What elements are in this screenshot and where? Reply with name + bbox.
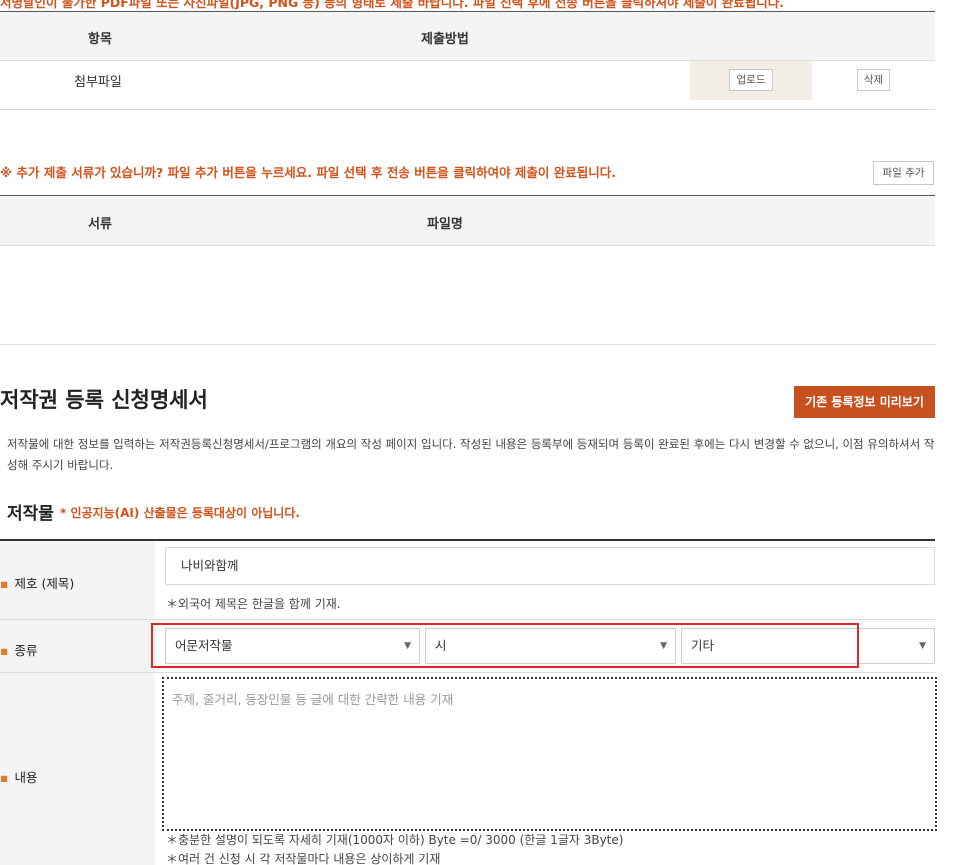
delete-button[interactable]: 삭제 (857, 69, 890, 91)
divider (0, 245, 935, 246)
upload-button[interactable]: 업로드 (729, 69, 773, 91)
additional-docs-notice: ※ 추가 제출 서류가 있습니까? 파일 추가 버튼을 누르세요. 파일 선택 … (0, 165, 617, 180)
page-title: 저작권 등록 신청명세서 (0, 388, 208, 412)
section-description: 저작물에 대한 정보를 입력하는 저작권등록신청명세서/프로그램의 개요의 작성… (7, 437, 935, 472)
column-header-filename: 파일명 (427, 217, 463, 232)
column-header-document: 서류 (88, 217, 112, 232)
attachment-label: 첨부파일 (74, 75, 122, 90)
add-file-button[interactable]: 파일 추가 (873, 161, 934, 185)
bullet-icon: ▪ (0, 576, 9, 591)
submission-notice: 서명날인이 불가한 PDF파일 또는 사진파일(JPG, PNG 등) 등의 형… (0, 0, 785, 10)
column-header-method: 제출방법 (421, 32, 469, 47)
highlight-box (151, 623, 859, 668)
caret-down-icon: ▼ (919, 641, 926, 651)
column-header-item: 항목 (88, 32, 112, 47)
content-textarea[interactable]: 주제, 줄거리, 등장인물 등 글에 대한 간략한 내용 기재 (162, 677, 937, 831)
bullet-icon: ▪ (0, 643, 9, 658)
title-row-label: ▪ 제호 (제목) (0, 573, 74, 592)
type-label-text: 종류 (14, 643, 38, 658)
divider (0, 109, 935, 110)
type-row-label: ▪ 종류 (0, 640, 38, 659)
preview-registration-button[interactable]: 기존 등록정보 미리보기 (794, 386, 935, 418)
bullet-icon: ▪ (0, 770, 9, 785)
content-hint-length: ＊충분한 설명이 되도록 자세히 기재(1000자 이하) Byte =0/ 3… (166, 833, 624, 847)
work-subtitle: 저작물 (7, 504, 54, 524)
content-row-label: ▪ 내용 (0, 767, 38, 786)
divider (0, 344, 935, 345)
content-label-text: 내용 (14, 770, 38, 785)
title-label-text: 제호 (제목) (14, 576, 75, 591)
ai-warning-note: * 인공지능(AI) 산출물은 등록대상이 아닙니다. (60, 506, 300, 520)
title-input[interactable]: 나비와함께 (165, 547, 935, 585)
content-hint-unique: ＊여러 건 신청 시 각 저작물마다 내용은 상이하게 기재 (166, 852, 441, 865)
table-header: 항목 제출방법 (0, 12, 935, 60)
divider (0, 672, 935, 673)
divider (0, 619, 935, 620)
title-hint: ＊외국어 제목은 한글을 함께 기재. (166, 597, 341, 611)
table-header: 서류 파일명 (0, 196, 935, 245)
